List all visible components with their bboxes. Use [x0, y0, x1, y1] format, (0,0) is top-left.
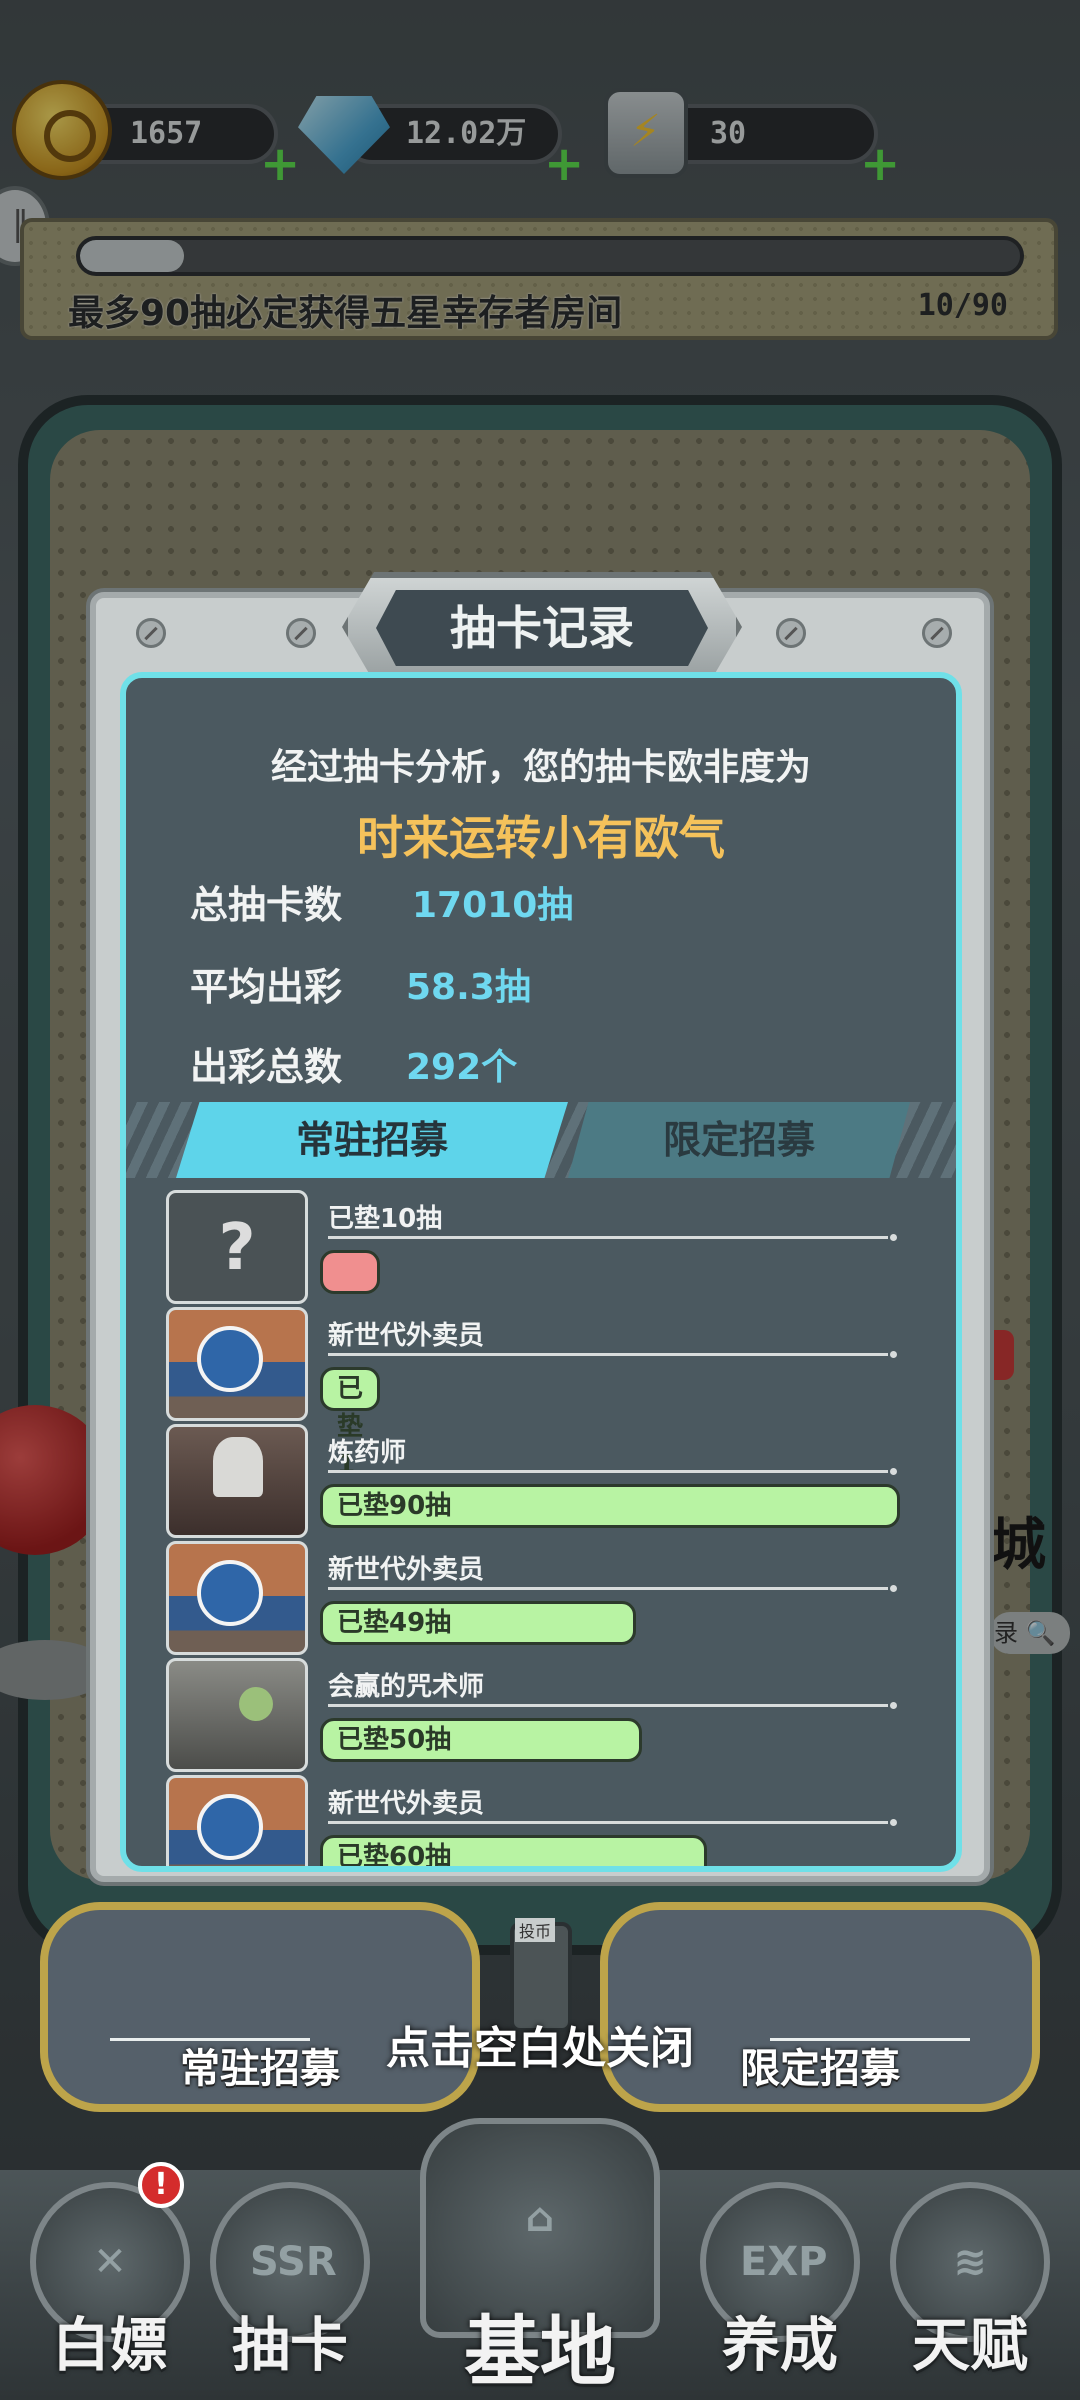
screw-icon — [286, 618, 316, 648]
record-list[interactable]: ?已垫10抽新世代外卖员已垫1抽炼药师已垫90抽新世代外卖员已垫49抽会赢的咒术… — [166, 1190, 926, 1866]
avatar-unknown: ? — [166, 1190, 308, 1304]
rare-count-value: 292个 — [406, 1047, 518, 1088]
base-icon: ⌂ — [525, 2195, 555, 2241]
coin-slot-label: 投币 — [515, 1918, 556, 1942]
pity-pill: 已垫1抽 — [320, 1367, 380, 1518]
analysis-text: 经过抽卡分析，您的抽卡欧非度为 — [270, 747, 811, 788]
avatar-delivery-dog — [166, 1775, 308, 1866]
avatar-sorcerer — [166, 1658, 308, 1772]
list-item[interactable]: 新世代外卖员已垫1抽 — [166, 1307, 926, 1518]
divider-dot — [890, 1702, 897, 1709]
avg-pulls-value: 58.3抽 — [406, 967, 531, 1008]
nav-gacha[interactable]: SSR 抽卡 — [200, 2182, 380, 2382]
divider-dot — [890, 1585, 897, 1592]
nav-talent[interactable]: ≋ 天赋 — [880, 2182, 1060, 2382]
list-item[interactable]: 炼药师已垫90抽 — [166, 1424, 926, 1542]
record-name: 新世代外卖员 — [328, 1789, 485, 1819]
tab-standard-recruit[interactable]: 常驻招募 — [176, 1102, 568, 1178]
recruit-tabs: 常驻招募 限定招募 — [126, 1102, 956, 1178]
nav-upgrade[interactable]: EXP 养成 — [690, 2182, 870, 2382]
avatar-delivery-dog — [166, 1541, 308, 1655]
luck-rating: 时来运转小有欧气 — [357, 811, 725, 865]
divider-dot — [890, 1819, 897, 1826]
record-name: 会赢的咒术师 — [328, 1672, 485, 1702]
divider-dot — [890, 1351, 897, 1358]
divider-dot — [890, 1468, 897, 1475]
pity-pill: 已垫60抽 — [320, 1835, 707, 1866]
divider — [328, 1236, 888, 1239]
record-name: 已垫10抽 — [328, 1204, 443, 1234]
pity-pill — [320, 1250, 380, 1294]
avg-pulls-label: 平均出彩 — [190, 965, 343, 1009]
screw-icon — [776, 618, 806, 648]
list-item[interactable]: 会赢的咒术师已垫50抽 — [166, 1658, 926, 1776]
nav-whitelist[interactable]: ✕ 白嫖 — [20, 2182, 200, 2382]
nav-base-label: 基地 — [464, 2307, 616, 2396]
pity-pill: 已垫49抽 — [320, 1601, 636, 1645]
list-item[interactable]: 新世代外卖员已垫60抽 — [166, 1775, 926, 1866]
record-name: 炼药师 — [328, 1438, 407, 1468]
avatar-delivery-dog — [166, 1307, 308, 1421]
dna-icon: ≋ — [953, 2239, 987, 2285]
divider — [328, 1587, 888, 1590]
ssr-icon: SSR — [250, 2239, 337, 2285]
rare-count-label: 出彩总数 — [190, 1045, 343, 1089]
nav-talent-label: 天赋 — [911, 2311, 1028, 2379]
nav-base[interactable]: ⌂ 基地 — [410, 2118, 670, 2400]
tab-limited-recruit[interactable]: 限定招募 — [568, 1102, 910, 1178]
divider — [328, 1470, 888, 1473]
nav-upgrade-label: 养成 — [721, 2311, 838, 2379]
list-item[interactable]: ? 已垫10抽 — [166, 1190, 926, 1308]
nav-whitelist-label: 白嫖 — [51, 2311, 168, 2379]
divider-dot — [890, 1234, 897, 1241]
avatar-alchemist — [166, 1424, 308, 1538]
divider — [328, 1821, 888, 1824]
modal-title: 抽卡记录 — [376, 590, 708, 666]
exp-icon: EXP — [740, 2239, 828, 2285]
pity-pill: 已垫50抽 — [320, 1718, 642, 1762]
divider — [328, 1704, 888, 1707]
nav-gacha-label: 抽卡 — [231, 2311, 348, 2379]
pity-pill: 已垫90抽 — [320, 1484, 900, 1528]
record-name: 新世代外卖员 — [328, 1555, 485, 1585]
total-pulls-value: 17010抽 — [412, 885, 574, 926]
limited-recruit-button[interactable]: 限定招募 — [600, 1902, 1040, 2112]
close-hint: 点击空白处关闭 — [386, 2023, 694, 2074]
screw-icon — [922, 618, 952, 648]
record-panel: 经过抽卡分析，您的抽卡欧非度为 时来运转小有欧气 总抽卡数 17010抽 平均出… — [120, 672, 962, 1872]
list-item[interactable]: 新世代外卖员已垫49抽 — [166, 1541, 926, 1659]
ticket-icon: ✕ — [93, 2239, 127, 2285]
total-pulls-label: 总抽卡数 — [190, 883, 343, 927]
divider — [328, 1353, 888, 1356]
alert-badge: ! — [138, 2162, 184, 2208]
record-name: 新世代外卖员 — [328, 1321, 485, 1351]
screw-icon — [136, 618, 166, 648]
standard-recruit-button[interactable]: 常驻招募 — [40, 1902, 480, 2112]
